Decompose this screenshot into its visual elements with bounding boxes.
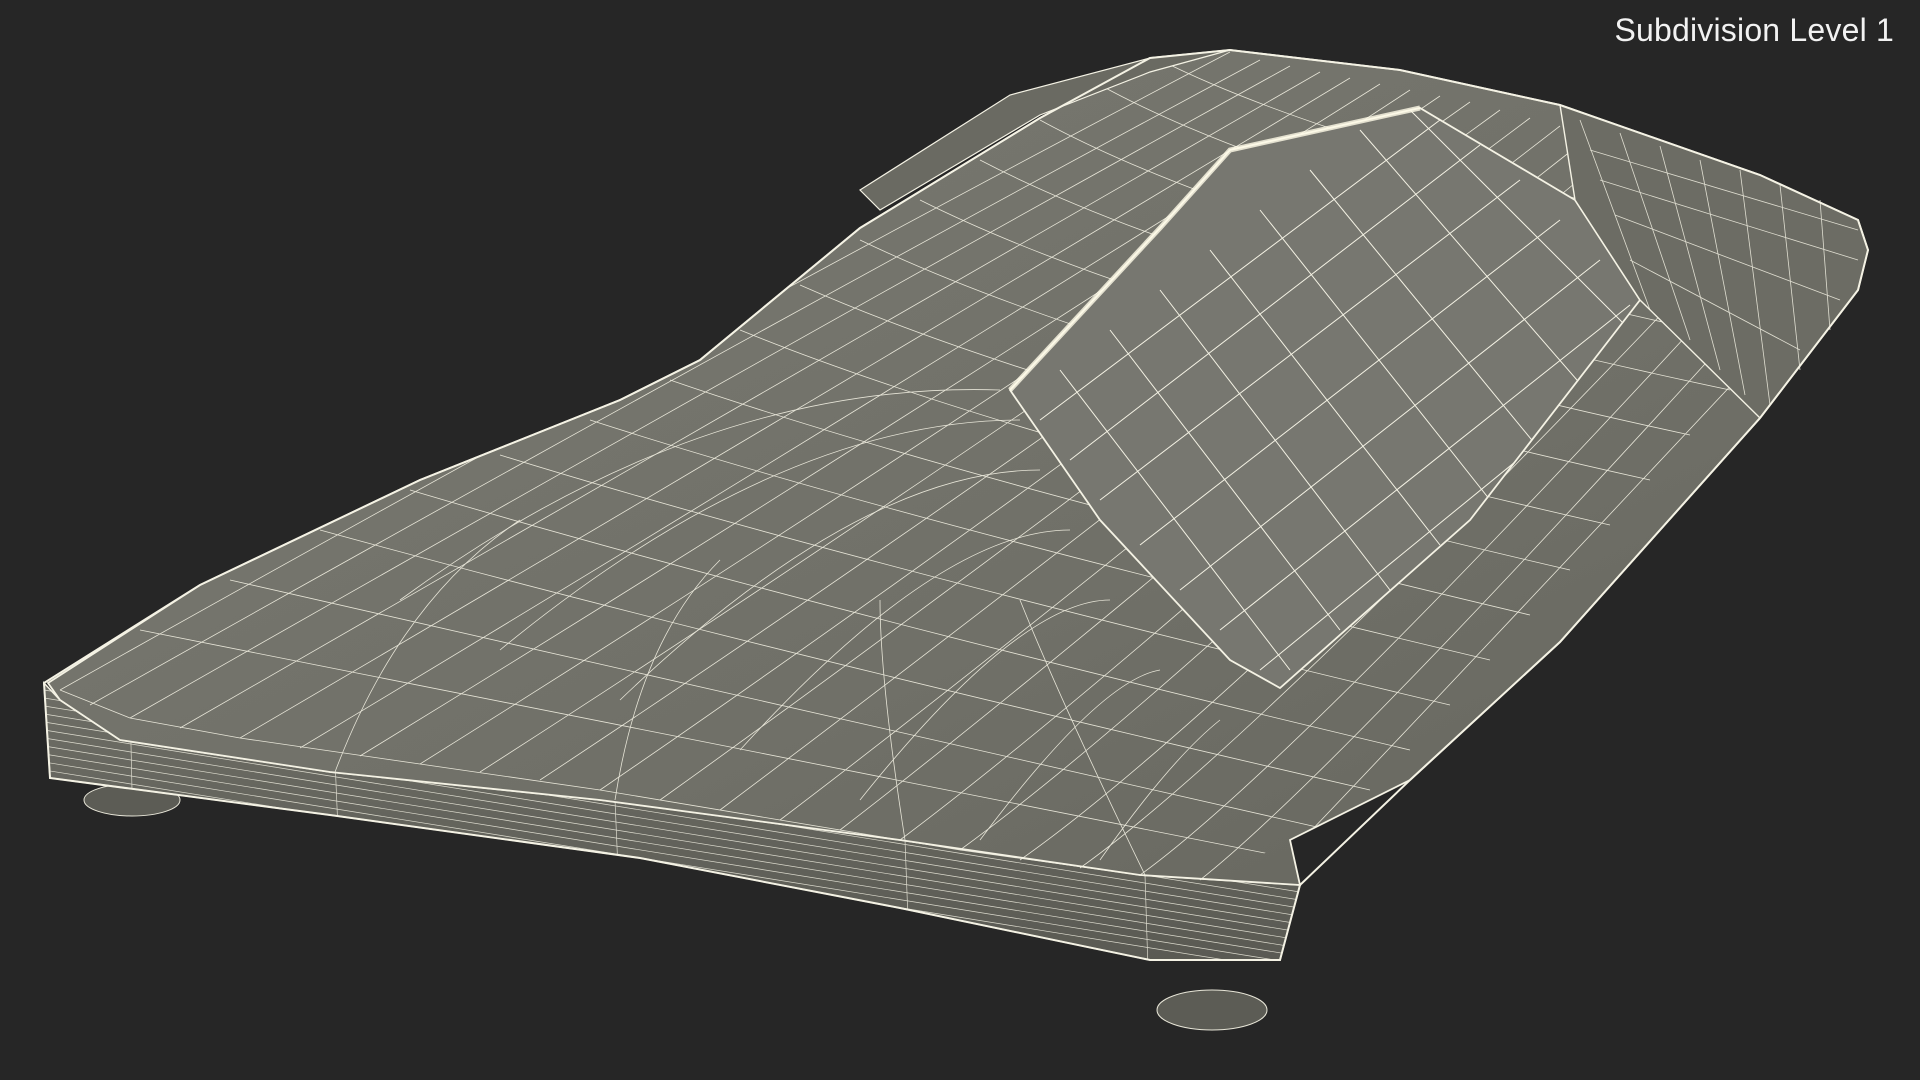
wireframe-model: [42, 48, 1870, 1031]
render-viewport: Subdivision Level 1: [0, 0, 1920, 1080]
foot-right: [1156, 989, 1268, 1031]
subdivision-level-label: Subdivision Level 1: [1614, 12, 1894, 48]
